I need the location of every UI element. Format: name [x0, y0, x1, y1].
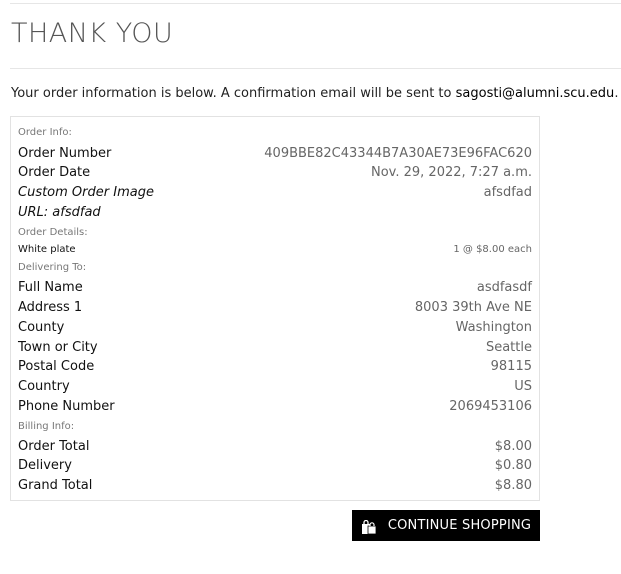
order-details-header: Order Details: [18, 227, 532, 238]
order-info-header: Order Info: [18, 127, 532, 138]
intro-message: Your order information is below. A confi… [11, 86, 618, 101]
top-divider [10, 3, 621, 4]
postal-code-label: Postal Code [18, 359, 95, 374]
order-number-value: 409BBE82C43344B7A30AE73E96FAC620 [264, 146, 532, 161]
full-name-value: asdfasdf [476, 280, 532, 295]
intro-text: Your order information is below. A confi… [11, 86, 452, 101]
continue-shopping-button[interactable]: CONTINUE SHOPPING [352, 510, 540, 541]
shopping-bags-icon [361, 519, 377, 534]
line-item-row: White plate 1 @ $8.00 each [18, 244, 532, 255]
line-item-value: 1 @ $8.00 each [453, 244, 532, 255]
section-label-order-details: Order Details: [18, 227, 88, 238]
order-date-value: Nov. 29, 2022, 7:27 a.m. [370, 165, 532, 180]
delivery-label: Delivery [18, 458, 72, 473]
line-item-label: White plate [18, 244, 76, 255]
phone-row: Phone Number 2069453106 [18, 399, 532, 414]
checkout-success-page: THANK YOU Your order information is belo… [0, 0, 621, 574]
section-label-billing-info: Billing Info: [18, 421, 75, 432]
address1-row: Address 1 8003 39th Ave NE [18, 300, 532, 315]
section-label-delivering-to: Delivering To: [18, 262, 87, 273]
title-divider [10, 68, 621, 69]
county-label: County [18, 320, 65, 335]
grand-total-row: Grand Total $8.80 [18, 478, 532, 493]
country-label: Country [18, 379, 70, 394]
grand-total-label: Grand Total [18, 478, 93, 493]
order-number-label: Order Number [18, 146, 112, 161]
order-total-row: Order Total $8.00 [18, 439, 532, 454]
order-date-row: Order Date Nov. 29, 2022, 7:27 a.m. [18, 165, 532, 180]
town-row: Town or City Seattle [18, 340, 532, 355]
delivery-row: Delivery $0.80 [18, 458, 532, 473]
country-row: Country US [18, 379, 532, 394]
url-label: URL: afsdfad [18, 205, 101, 220]
country-value: US [514, 379, 532, 394]
custom-image-value: afsdfad [483, 185, 532, 200]
grand-total-value: $8.80 [494, 478, 532, 493]
full-name-label: Full Name [18, 280, 83, 295]
county-value: Washington [455, 320, 532, 335]
order-total-value: $8.00 [494, 439, 532, 454]
full-name-row: Full Name asdfasdf [18, 280, 532, 295]
order-date-label: Order Date [18, 165, 91, 180]
billing-info-header: Billing Info: [18, 421, 532, 432]
url-row: URL: afsdfad [18, 205, 532, 220]
county-row: County Washington [18, 320, 532, 335]
address1-value: 8003 39th Ave NE [414, 300, 532, 315]
postal-code-row: Postal Code 98115 [18, 359, 532, 374]
order-summary-box: Order Info: Order Number 409BBE82C43344B… [10, 116, 540, 501]
section-label-order-info: Order Info: [18, 127, 72, 138]
phone-value: 2069453106 [449, 399, 532, 414]
intro-end: . [614, 86, 619, 101]
order-total-label: Order Total [18, 439, 90, 454]
order-number-row: Order Number 409BBE82C43344B7A30AE73E96F… [18, 146, 532, 161]
town-value: Seattle [485, 340, 532, 355]
phone-label: Phone Number [18, 399, 115, 414]
custom-image-label: Custom Order Image [18, 185, 154, 200]
confirmation-email: sagosti@alumni.scu.edu [455, 86, 615, 101]
address1-label: Address 1 [18, 300, 83, 315]
delivering-to-header: Delivering To: [18, 262, 532, 273]
town-label: Town or City [18, 340, 98, 355]
delivery-value: $0.80 [494, 458, 532, 473]
custom-image-row: Custom Order Image afsdfad [18, 185, 532, 200]
postal-code-value: 98115 [490, 359, 532, 374]
continue-shopping-label: CONTINUE SHOPPING [387, 518, 532, 533]
page-title: THANK YOU [11, 18, 174, 49]
